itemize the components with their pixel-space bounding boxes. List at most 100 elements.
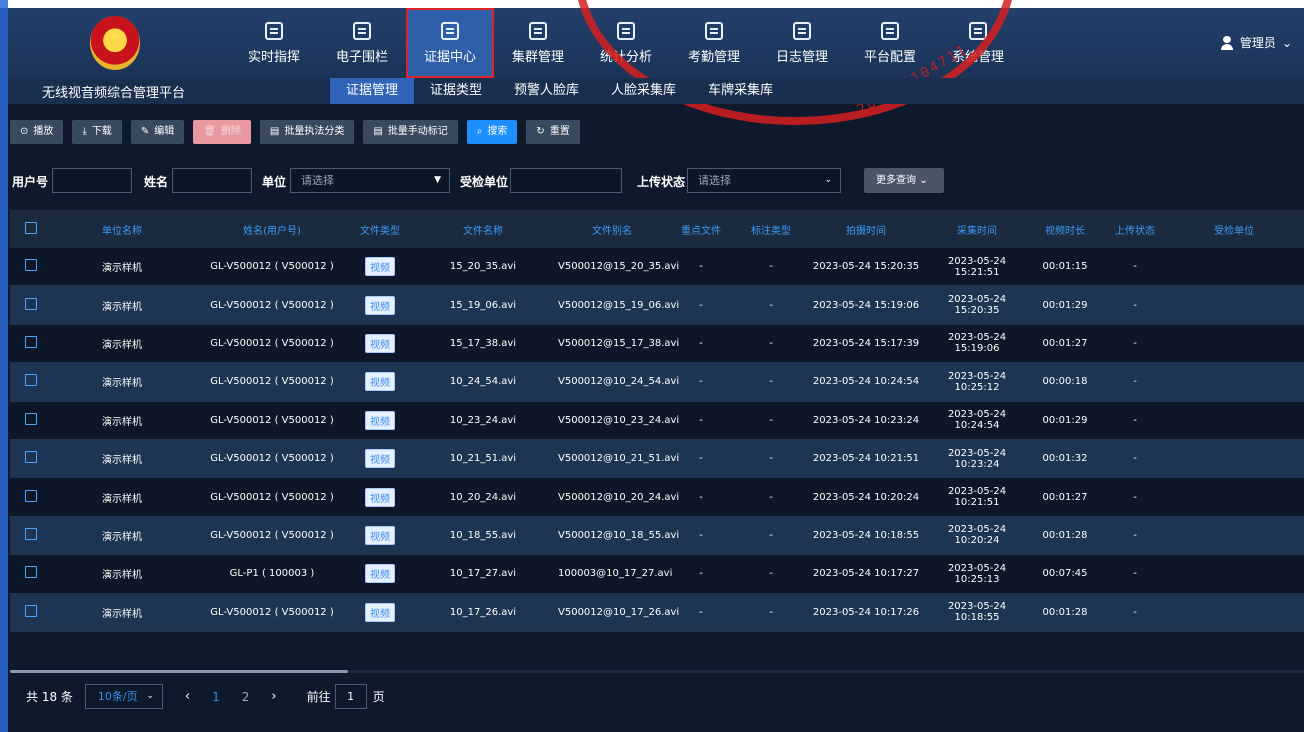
row-checkbox[interactable]: [10, 335, 52, 351]
table-row[interactable]: 演示样机 GL-V500012 ( V500012 ) 视频 10_23_24.avi…: [10, 401, 1304, 440]
nav-item-6[interactable]: 日志管理: [758, 8, 846, 78]
upload-status-select[interactable]: 请选择 ⌄: [687, 168, 841, 193]
table-cell: -: [699, 568, 703, 580]
row-checkbox[interactable]: [10, 297, 52, 313]
file-type-cell: 视频: [352, 525, 408, 545]
table-cell: 演示样机: [102, 608, 142, 620]
table-row[interactable]: 演示样机 GL-V500012 ( V500012 ) 视频 10_20_24.avi…: [10, 478, 1304, 517]
delete-button[interactable]: 🗑 删除: [193, 120, 251, 144]
play-button[interactable]: ⊙ 播放: [10, 120, 64, 144]
table-cell: 2023-05-24 10:17:26: [812, 606, 920, 618]
table-cell: 10_18_55.avi: [449, 529, 517, 541]
table-cell: 2023-05-24 10:24:54: [812, 376, 920, 388]
batch-classify-button[interactable]: ▤ 批量执法分类: [259, 120, 355, 144]
nav-item-8[interactable]: 系统管理: [934, 8, 1022, 78]
next-page-button[interactable]: ›: [271, 689, 276, 704]
table-row[interactable]: 演示样机 GL-V500012 ( V500012 ) 视频 15_17_38.avi…: [10, 324, 1304, 364]
top-strip: [0, 0, 1304, 8]
nav-item-label: 考勤管理: [687, 49, 740, 65]
nav-item-1[interactable]: 电子围栏: [318, 8, 406, 78]
page-size-select[interactable]: 10条/页 ⌄: [84, 684, 163, 709]
table-cell: 2023-05-24 10:25:13: [947, 562, 1007, 585]
search-button[interactable]: ⌕ 搜索: [466, 120, 518, 144]
more-query-button[interactable]: 更多查询 ⌄: [864, 168, 944, 193]
table-cell: 2023-05-24 10:24:54: [947, 409, 1007, 432]
nav-item-0[interactable]: 实时指挥: [230, 8, 318, 78]
table-cell: 2023-05-24 10:21:51: [947, 486, 1007, 509]
subtab-4[interactable]: 车牌采集库: [692, 78, 789, 104]
column-header[interactable]: 文件名称: [408, 222, 558, 237]
table-cell: -: [699, 606, 703, 618]
goto-page-input[interactable]: 1: [334, 684, 367, 709]
column-header[interactable]: 上传状态: [1102, 222, 1168, 237]
table-cell: 2023-05-24 10:17:27: [812, 568, 920, 580]
list-icon: ▤: [373, 126, 383, 137]
name-input[interactable]: [172, 168, 252, 193]
batch-mark-button[interactable]: ▤ 批量手动标记: [363, 120, 458, 144]
column-header[interactable]: 单位名称: [52, 222, 192, 237]
column-header[interactable]: 文件别名: [558, 222, 666, 237]
nav-item-7[interactable]: 平台配置: [846, 8, 934, 78]
column-header[interactable]: 受检单位: [1168, 222, 1300, 237]
subtab-0[interactable]: 证据管理: [330, 78, 415, 104]
user-no-input[interactable]: [52, 168, 132, 193]
subtab-2[interactable]: 预警人脸库: [498, 78, 595, 104]
file-type-cell: 视频: [352, 410, 408, 430]
row-checkbox[interactable]: [10, 451, 52, 466]
reset-button[interactable]: ↻ 重置: [526, 120, 580, 144]
row-checkbox[interactable]: [10, 604, 52, 620]
column-header[interactable]: 拍摄时间: [806, 222, 926, 237]
row-checkbox[interactable]: [10, 374, 52, 389]
table-cell: GL-V500012 ( V500012 ): [210, 376, 334, 388]
table-row[interactable]: 演示样机 GL-V500012 ( V500012 ) 视频 10_21_51.avi…: [10, 439, 1304, 479]
row-checkbox[interactable]: [10, 527, 52, 543]
user-menu[interactable]: 管理员 ⌄: [1220, 34, 1292, 51]
table-row[interactable]: 演示样机 GL-V500012 ( V500012 ) 视频 15_20_35.avi…: [10, 248, 1304, 287]
table-cell: 00:01:32: [1042, 453, 1088, 465]
table-cell: -: [699, 453, 703, 465]
column-header[interactable]: 重点文件: [666, 222, 736, 237]
select-all-checkbox[interactable]: [10, 221, 52, 237]
table-cell: 15_17_38.avi: [449, 337, 517, 349]
column-header[interactable]: 文件类型: [352, 222, 408, 237]
table-cell: 2023-05-24 10:21:51: [812, 453, 920, 465]
row-checkbox[interactable]: [10, 566, 52, 581]
table-row[interactable]: 演示样机 GL-V500012 ( V500012 ) 视频 15_19_06.avi…: [10, 286, 1304, 325]
nav-item-4[interactable]: 统计分析: [582, 8, 670, 78]
row-checkbox[interactable]: [10, 259, 52, 274]
unit-select[interactable]: 请选择 ▼: [290, 168, 450, 193]
column-header[interactable]: 视频时长: [1028, 222, 1102, 237]
page-number-2[interactable]: 2: [242, 690, 250, 704]
file-type-tag: 视频: [365, 410, 395, 430]
download-button[interactable]: ⤓ 下载: [72, 120, 122, 144]
chevron-down-icon: ⌄: [824, 175, 832, 185]
column-header[interactable]: 采集时间: [926, 222, 1028, 237]
file-type-tag: 视频: [365, 564, 395, 584]
nav-item-3[interactable]: 集群管理: [494, 8, 582, 78]
table-cell: 2023-05-24 10:18:55: [812, 529, 920, 541]
table-cell: -: [699, 337, 703, 349]
subtab-3[interactable]: 人脸采集库: [595, 78, 692, 104]
table-cell: -: [1133, 606, 1137, 618]
column-header[interactable]: 标注类型: [736, 222, 806, 237]
table-row[interactable]: 演示样机 GL-V500012 ( V500012 ) 视频 10_17_26.avi…: [10, 593, 1304, 632]
table-row[interactable]: 演示样机 GL-V500012 ( V500012 ) 视频 10_24_54.avi…: [10, 363, 1304, 402]
subtab-1[interactable]: 证据类型: [414, 78, 498, 104]
nav-item-5[interactable]: 考勤管理: [670, 8, 758, 78]
table-cell: 00:00:18: [1042, 376, 1088, 388]
page-number-1[interactable]: 1: [212, 690, 220, 704]
row-checkbox[interactable]: [10, 412, 52, 428]
table-cell: 2023-05-24 10:23:24: [947, 447, 1007, 470]
column-header[interactable]: 姓名(用户号): [192, 222, 352, 237]
edit-button[interactable]: ✎ 编辑: [130, 120, 185, 144]
table-cell: 10_17_26.avi: [449, 606, 517, 618]
row-checkbox[interactable]: [10, 489, 52, 505]
file-type-cell: 视频: [352, 487, 408, 507]
table-row[interactable]: 演示样机 GL-P1 ( 100003 ) 视频 10_17_27.avi 100003…: [10, 555, 1304, 594]
file-type-tag: 视频: [365, 487, 395, 507]
prev-page-button[interactable]: ‹: [185, 689, 190, 704]
table-row[interactable]: 演示样机 GL-V500012 ( V500012 ) 视频 10_18_55.avi…: [10, 516, 1304, 556]
inspected-unit-input[interactable]: [510, 168, 622, 193]
nav-item-2[interactable]: 证据中心: [406, 8, 494, 78]
horizontal-scrollbar-thumb[interactable]: [10, 670, 348, 673]
